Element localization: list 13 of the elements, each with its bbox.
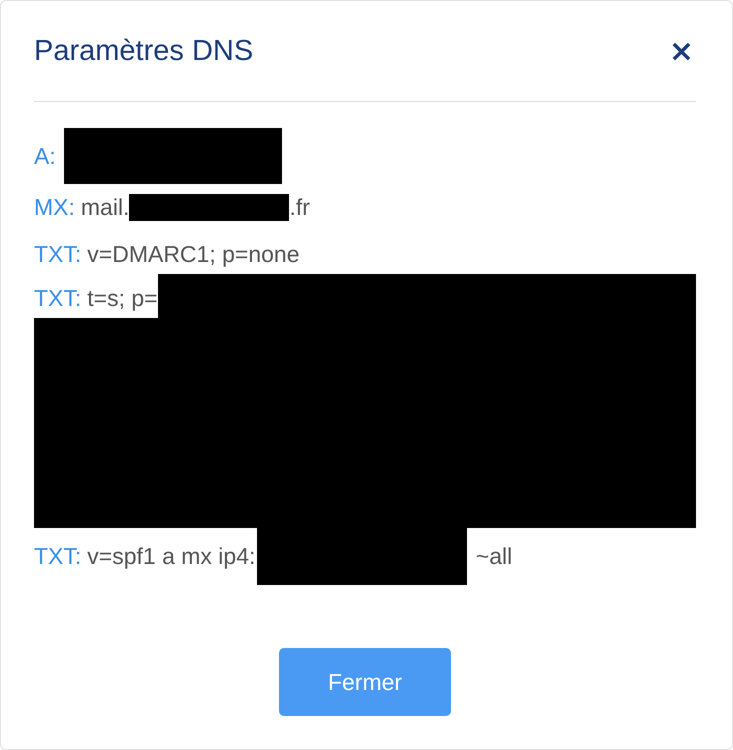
record-value: ~all [474,543,512,570]
record-value: v=spf1 a mx ip4: [87,543,256,570]
record-type: MX: [34,194,75,221]
record-value: v=DMARC1; p=none [87,241,300,268]
record-type: TXT: [34,241,82,268]
record-value: mail. [80,194,130,221]
record-type: A: [34,142,56,170]
record-type: TXT: [34,284,82,312]
close-button[interactable]: × [666,34,696,68]
record-value: .fr [289,194,310,221]
dialog-title: Paramètres DNS [34,34,254,68]
record-value: t=s; p= [87,284,158,312]
record-type: TXT: [34,543,82,570]
